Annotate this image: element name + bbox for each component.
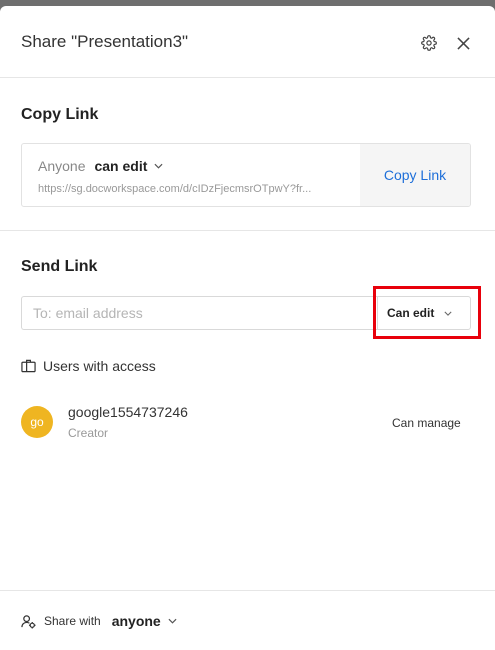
dialog-header: Share "Presentation3" (0, 6, 495, 78)
link-permission: can edit (94, 158, 148, 174)
send-link-title: Send Link (21, 258, 98, 275)
chevron-down-icon (168, 618, 177, 624)
share-with-dropdown[interactable]: Share with anyone (21, 613, 177, 629)
user-name: google1554737246 (68, 404, 188, 420)
share-with-label: Share with (44, 614, 101, 628)
users-with-access-label: Users with access (21, 358, 156, 374)
close-icon (456, 36, 470, 50)
users-book-icon (21, 359, 36, 373)
close-button[interactable] (452, 32, 474, 54)
share-users-icon (21, 614, 36, 629)
link-permission-dropdown[interactable]: Anyone can edit (38, 158, 163, 174)
settings-button[interactable] (418, 32, 440, 54)
highlight-box (373, 286, 481, 339)
link-audience: Anyone (38, 158, 86, 174)
chevron-down-icon (154, 163, 163, 169)
share-dialog: Share "Presentation3" Copy Link Anyone c… (0, 6, 495, 650)
user-role: Creator (68, 426, 109, 440)
email-input[interactable] (21, 296, 377, 330)
users-label-text: Users with access (43, 358, 156, 374)
user-access-level: Can manage (392, 416, 461, 430)
share-url: https://sg.docworkspace.com/d/cIDzFjecms… (38, 183, 312, 195)
copy-link-title: Copy Link (21, 106, 99, 123)
copy-link-box: Anyone can edit https://sg.docworkspace.… (21, 143, 471, 207)
copy-link-button[interactable]: Copy Link (360, 144, 470, 206)
avatar: go (21, 406, 53, 438)
dialog-title: Share "Presentation3" (21, 32, 189, 51)
share-with-value: anyone (111, 613, 161, 629)
gear-icon (421, 35, 437, 51)
dialog-footer: Share with anyone (0, 590, 495, 650)
section-divider (0, 230, 495, 231)
